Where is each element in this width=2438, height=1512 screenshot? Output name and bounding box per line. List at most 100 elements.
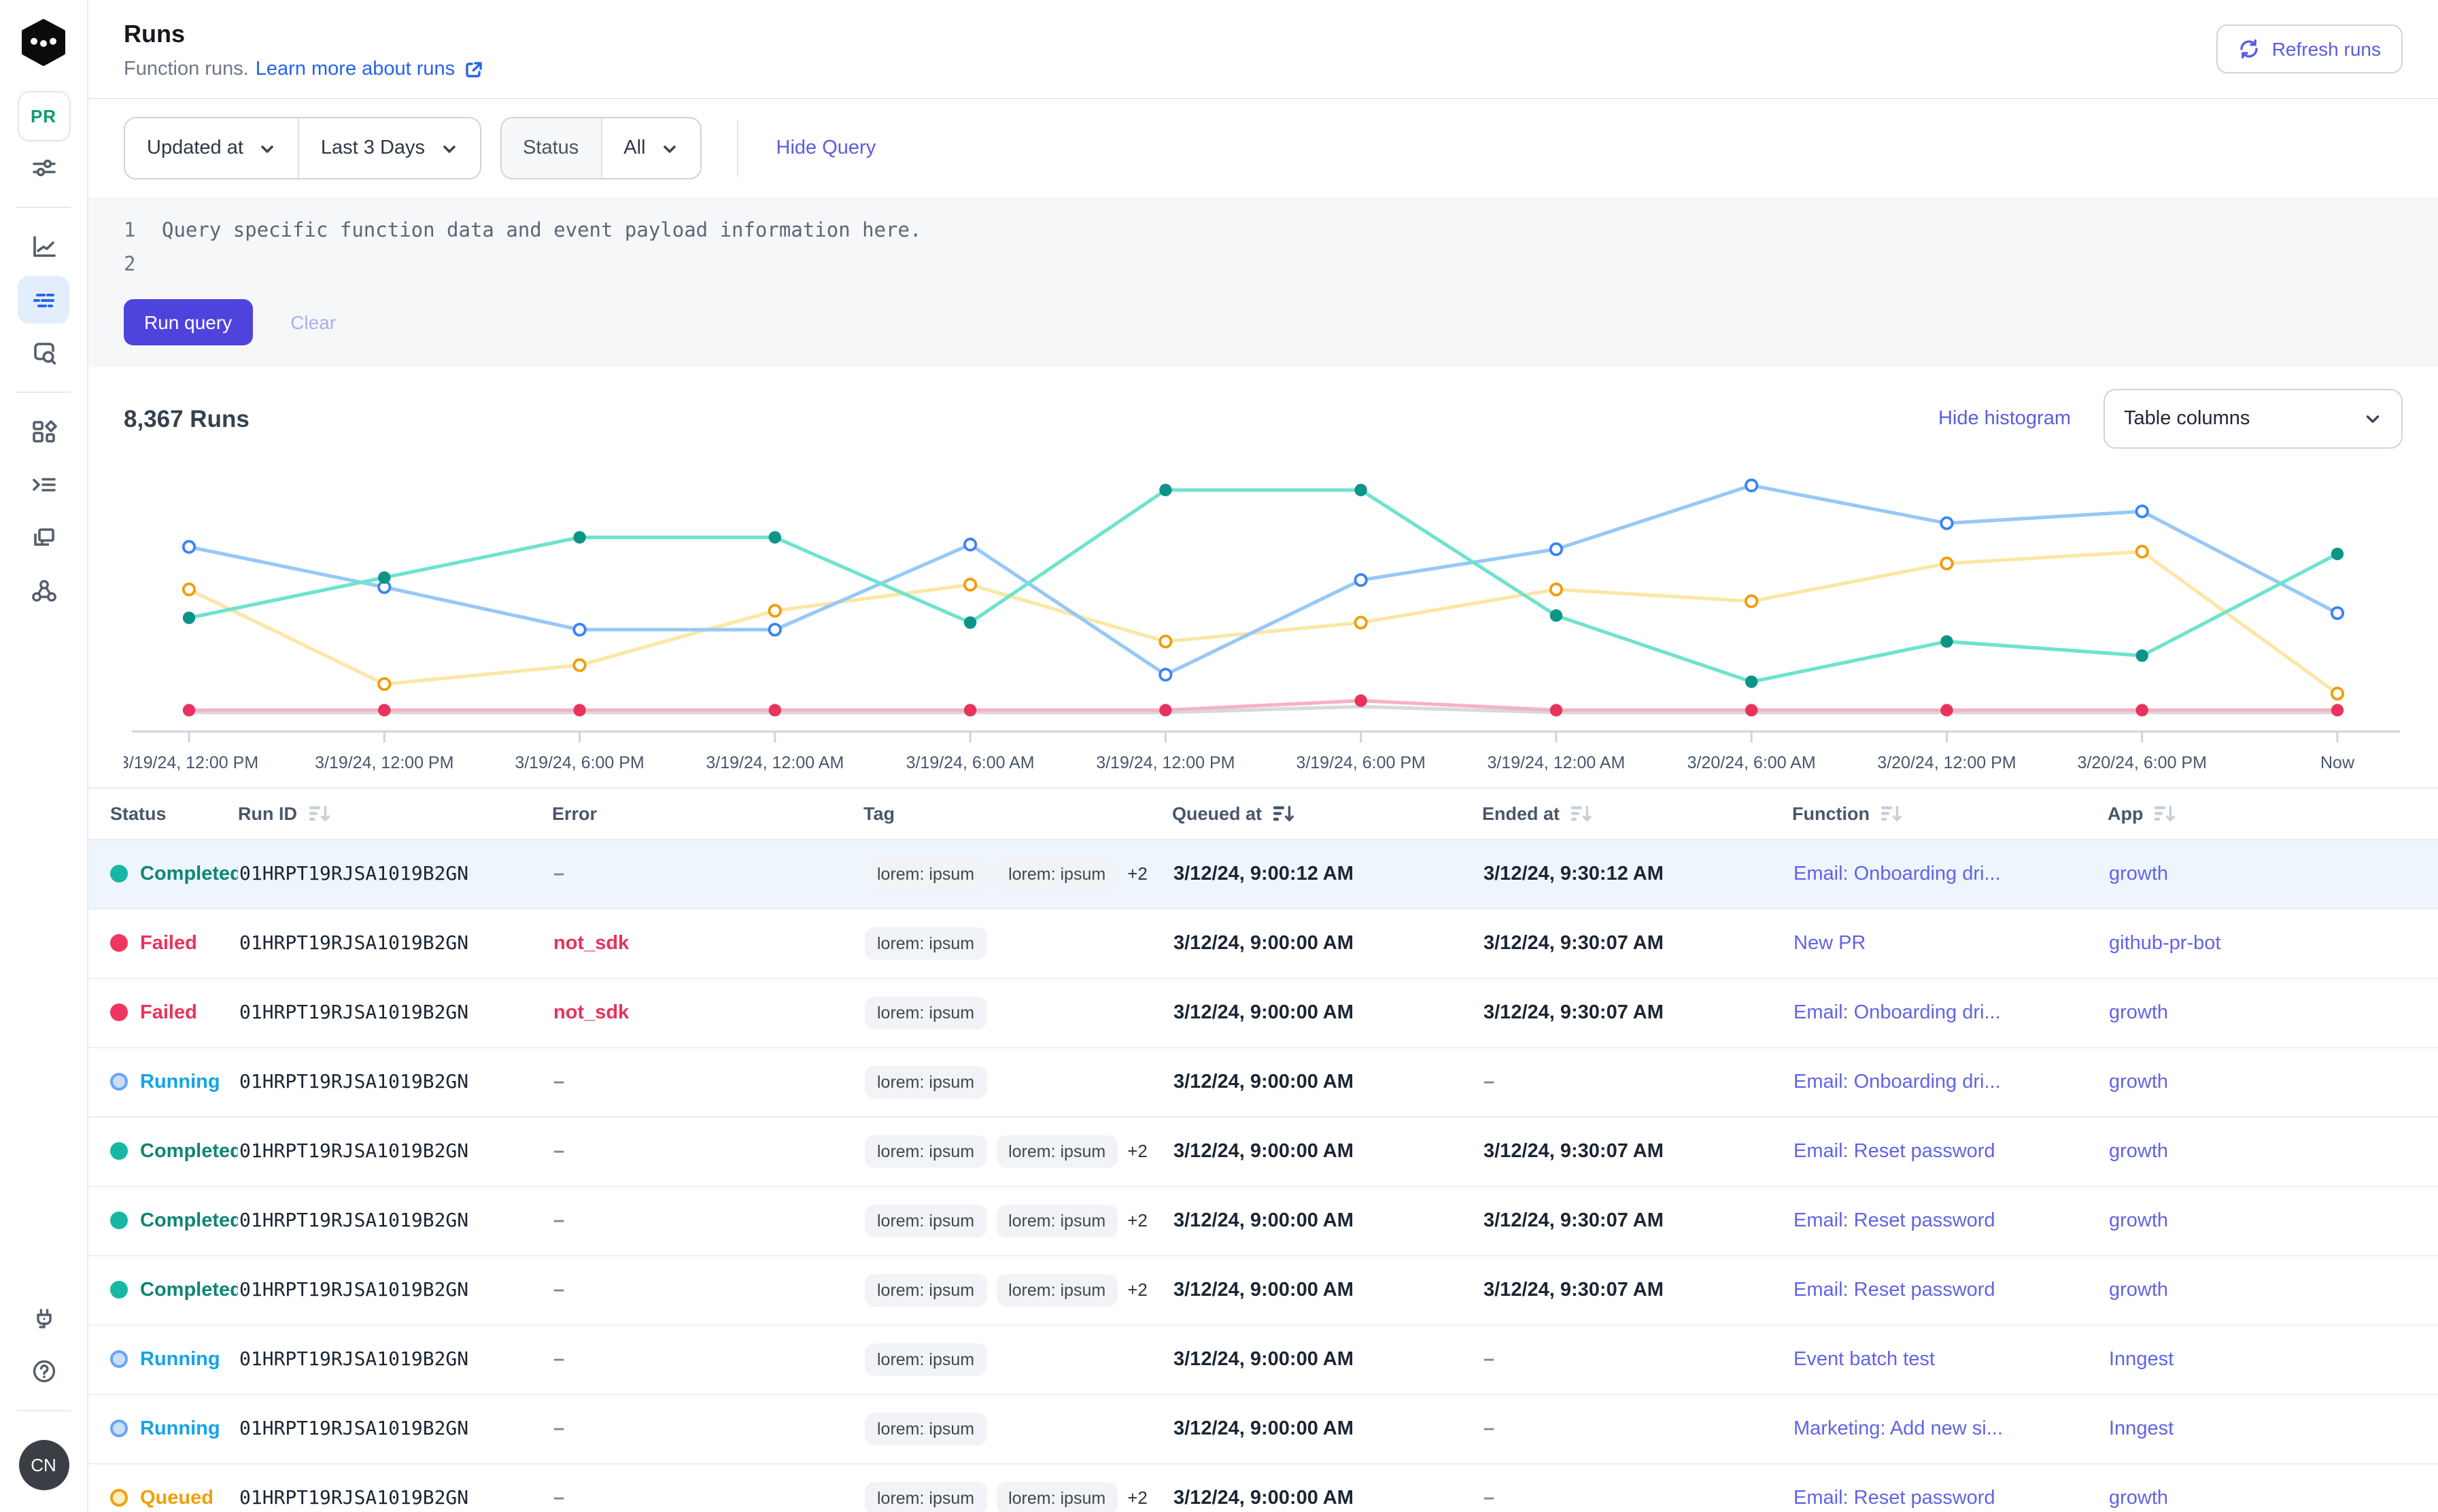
sort-icon [308, 804, 330, 824]
error-cell: – [552, 1325, 863, 1394]
run-id-cell: 01HRPT19RJSA1019B2GN [238, 978, 552, 1048]
function-link[interactable]: Email: Onboarding dri... [1793, 863, 2001, 885]
ended-at-cell: 3/12/24, 9:30:07 AM [1482, 1256, 1792, 1325]
column-header-ended-at[interactable]: Ended at [1482, 788, 1792, 840]
column-header-status: Status [88, 788, 238, 840]
table-columns-dropdown[interactable]: Table columns [2104, 389, 2403, 449]
function-link[interactable]: Marketing: Add new si... [1793, 1418, 2003, 1440]
run-row[interactable]: Completed01HRPT19RJSA1019B2GN–lorem: ips… [88, 1186, 2438, 1256]
inngest-logo-icon[interactable] [18, 18, 69, 69]
tag-pill: lorem: ipsum [865, 1274, 986, 1307]
chevron-down-icon [258, 139, 276, 157]
status-label: Completed [140, 1279, 238, 1301]
tag-overflow-count: +2 [1127, 863, 1148, 884]
status-cell: Running [88, 1394, 238, 1464]
svg-text:3/19/24, 12:00 AM: 3/19/24, 12:00 AM [1487, 753, 1625, 772]
query-line[interactable]: 2 [124, 249, 2403, 283]
frames-icon[interactable] [18, 514, 69, 562]
ended-at-cell: – [1482, 1464, 1792, 1512]
search-code-icon[interactable] [18, 329, 69, 377]
app-link[interactable]: growth [2109, 1488, 2168, 1509]
error-empty: – [553, 1141, 564, 1163]
app-link[interactable]: github-pr-bot [2109, 933, 2220, 955]
hide-histogram-link[interactable]: Hide histogram [1938, 408, 2071, 430]
table-header-row: StatusRun ID ErrorTagQueued at Ended at … [88, 788, 2438, 840]
function-link[interactable]: Email: Onboarding dri... [1793, 1071, 2001, 1093]
hide-query-link[interactable]: Hide Query [776, 137, 876, 159]
query-line[interactable]: 1Query specific function data and event … [124, 215, 2403, 249]
status-cell: Running [88, 1048, 238, 1117]
run-row[interactable]: Completed01HRPT19RJSA1019B2GN–lorem: ips… [88, 1256, 2438, 1325]
webhook-icon[interactable] [18, 567, 69, 615]
status-label: Running [140, 1349, 220, 1371]
app-cell: growth [2108, 1256, 2438, 1325]
error-empty: – [553, 1210, 564, 1232]
metrics-chart-icon[interactable] [18, 223, 69, 271]
run-row[interactable]: Queued01HRPT19RJSA1019B2GN–lorem: ipsuml… [88, 1464, 2438, 1512]
run-row[interactable]: Running01HRPT19RJSA1019B2GN–lorem: ipsum… [88, 1325, 2438, 1394]
run-row[interactable]: Running01HRPT19RJSA1019B2GN–lorem: ipsum… [88, 1394, 2438, 1464]
sort-icon [1273, 804, 1294, 824]
column-header-app[interactable]: App [2108, 788, 2438, 840]
function-link[interactable]: Event batch test [1793, 1349, 1935, 1371]
error-cell: not_sdk [552, 978, 863, 1048]
app-link[interactable]: growth [2109, 863, 2168, 885]
app-link[interactable]: Inngest [2109, 1418, 2174, 1440]
ended-at-cell: – [1482, 1394, 1792, 1464]
status-cell: Running [88, 1325, 238, 1394]
column-header-queued-at[interactable]: Queued at [1172, 788, 1482, 840]
run-query-button[interactable]: Run query [124, 299, 252, 345]
app-cell: growth [2108, 1048, 2438, 1117]
filter-sliders-icon[interactable] [18, 144, 69, 192]
function-link[interactable]: New PR [1793, 933, 1866, 955]
event-stream-icon[interactable] [18, 461, 69, 509]
help-icon[interactable] [18, 1347, 69, 1395]
app-cell: Inngest [2108, 1394, 2438, 1464]
clear-query-button[interactable]: Clear [290, 311, 336, 333]
plug-icon[interactable] [18, 1294, 69, 1342]
user-avatar[interactable]: CN [18, 1440, 69, 1490]
chevron-down-icon [440, 139, 458, 157]
status-cell: Completed [88, 1256, 238, 1325]
app-link[interactable]: Inngest [2109, 1349, 2174, 1371]
app-link[interactable]: growth [2109, 1141, 2168, 1163]
refresh-runs-button[interactable]: Refresh runs [2216, 24, 2403, 73]
run-row[interactable]: Completed01HRPT19RJSA1019B2GN–lorem: ips… [88, 840, 2438, 909]
learn-more-link[interactable]: Learn more about runs [256, 58, 483, 80]
ended-at-empty: – [1483, 1071, 1494, 1093]
time-field-dropdown[interactable]: Updated at [125, 118, 298, 178]
function-link[interactable]: Email: Onboarding dri... [1793, 1002, 2001, 1024]
column-header-run-id[interactable]: Run ID [238, 788, 552, 840]
apps-grid-icon[interactable] [18, 408, 69, 456]
column-header-tag: Tag [863, 788, 1172, 840]
run-row[interactable]: Failed01HRPT19RJSA1019B2GNnot_sdklorem: … [88, 909, 2438, 978]
function-link[interactable]: Email: Reset password [1793, 1141, 1995, 1163]
main-content: Runs Function runs. Learn more about run… [88, 0, 2438, 1512]
app-cell: Inngest [2108, 1325, 2438, 1394]
function-link[interactable]: Email: Reset password [1793, 1279, 1995, 1301]
time-range-dropdown[interactable]: Last 3 Days [298, 118, 479, 178]
app-link[interactable]: growth [2109, 1279, 2168, 1301]
workspace-badge[interactable]: PR [17, 91, 70, 141]
ended-at-value: 3/12/24, 9:30:07 AM [1483, 1002, 1664, 1024]
run-row[interactable]: Running01HRPT19RJSA1019B2GN–lorem: ipsum… [88, 1048, 2438, 1117]
status-filter-dropdown[interactable]: All [600, 118, 700, 178]
column-header-function[interactable]: Function [1792, 788, 2108, 840]
app-link[interactable]: growth [2109, 1071, 2168, 1093]
status-label: Failed [140, 1002, 197, 1024]
error-cell: – [552, 1186, 863, 1256]
run-row[interactable]: Failed01HRPT19RJSA1019B2GNnot_sdklorem: … [88, 978, 2438, 1048]
run-id-cell: 01HRPT19RJSA1019B2GN [238, 1048, 552, 1117]
run-row[interactable]: Completed01HRPT19RJSA1019B2GN–lorem: ips… [88, 1117, 2438, 1186]
function-link[interactable]: Email: Reset password [1793, 1210, 1995, 1232]
runs-table: StatusRun ID ErrorTagQueued at Ended at … [88, 787, 2438, 1512]
app-link[interactable]: growth [2109, 1002, 2168, 1024]
error-cell: – [552, 1256, 863, 1325]
function-cell: Email: Reset password [1792, 1256, 2108, 1325]
function-link[interactable]: Email: Reset password [1793, 1488, 1995, 1509]
sort-icon [1570, 804, 1592, 824]
runs-list-icon[interactable] [18, 276, 69, 324]
results-bar: 8,367 Runs Hide histogram Table columns [88, 367, 2438, 454]
query-editor[interactable]: 1Query specific function data and event … [88, 197, 2438, 367]
app-link[interactable]: growth [2109, 1210, 2168, 1232]
